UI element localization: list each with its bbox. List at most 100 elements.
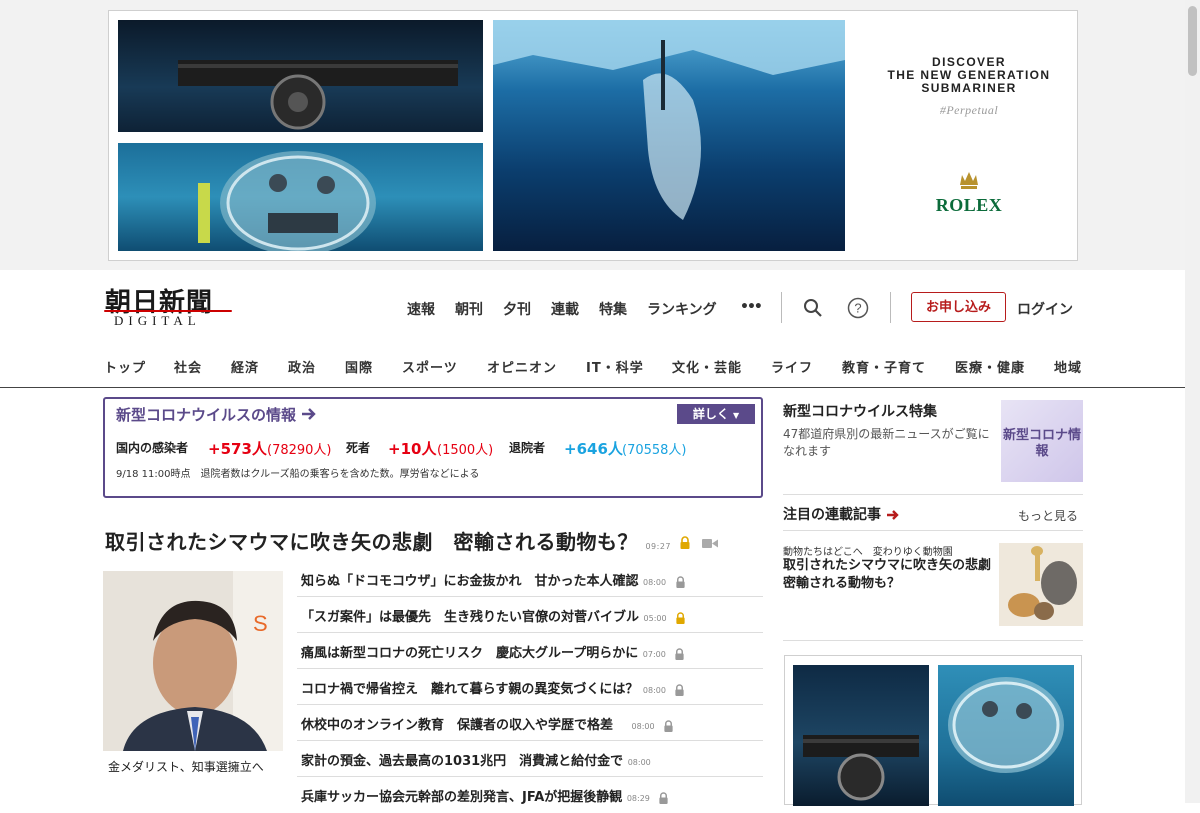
rolex-advertisement[interactable]: DISCOVER THE NEW GENERATION SUBMARINER #…: [108, 10, 1078, 261]
ad-copy-line3: SUBMARINER: [921, 81, 1017, 95]
recovered-label: 退院者: [509, 441, 546, 455]
nav-divider-2: [890, 292, 891, 323]
recovered-total: (70558人): [622, 443, 687, 458]
news-title: コロナ禍で帰省控え 離れて暮らす親の異変気づくには？: [301, 682, 639, 697]
sidebar-divider: [783, 640, 1083, 641]
ad-image-ice: [493, 20, 845, 251]
nav-evening[interactable]: 夕刊: [503, 299, 531, 319]
series-section-title[interactable]: 注目の連載記事: [783, 504, 900, 524]
news-item[interactable]: コロナ禍で帰省控え 離れて暮らす親の異変気づくには？ 08:00: [297, 669, 763, 705]
death-new: +10人: [388, 440, 437, 458]
category-politics[interactable]: 政治: [288, 357, 316, 376]
domestic-new: +573人: [208, 440, 267, 458]
news-text: 兵庫サッカー協会元幹部の差別発言、JFAが把握後静観 08:29: [301, 786, 669, 805]
nav-features[interactable]: 特集: [599, 299, 627, 319]
scrollbar-thumb[interactable]: [1188, 6, 1197, 76]
news-title: 知らぬ「ドコモコウザ」にお金抜かれ 甘かった本人確認: [301, 574, 639, 589]
lock-icon: [675, 647, 684, 660]
corona-detail-button[interactable]: 詳しく ▼: [677, 404, 755, 424]
search-icon[interactable]: [803, 298, 823, 318]
apply-button[interactable]: お申し込み: [911, 292, 1006, 322]
news-text: 家計の預金、過去最高の1031兆円 消費減と給付金で 08:00: [301, 750, 651, 769]
nav-more-icon[interactable]: •••: [740, 299, 763, 315]
death-total: (1500人): [437, 443, 494, 458]
news-text: 「スガ案件」は最優先 生き残りたい官僚の対菅バイブル 05:00: [301, 606, 686, 625]
photo-caption[interactable]: 金メダリスト、知事選擁立へ: [108, 758, 264, 775]
rolex-crown-icon: [960, 172, 978, 189]
news-item[interactable]: 家計の預金、過去最高の1031兆円 消費減と給付金で 08:00: [297, 741, 763, 777]
ad-brand: ROLEX: [935, 195, 1003, 215]
corona-note: 9/18 11:00時点 退院者数はクルーズ船の乗客らを含めた数。厚労省などによ…: [116, 469, 480, 480]
domestic-total: (78290人): [267, 443, 332, 458]
nav-ranking[interactable]: ランキング: [647, 299, 717, 319]
lock-icon: [675, 683, 685, 696]
category-separator: [0, 387, 1185, 388]
category-international[interactable]: 国際: [345, 357, 373, 376]
ad-tagline: #Perpetual: [939, 103, 999, 117]
ad-image-watch: [118, 20, 483, 132]
series-kicker[interactable]: 動物たちはどこへ 変わりゆく動物園: [783, 543, 953, 558]
nav-series[interactable]: 連載: [551, 299, 579, 319]
category-top[interactable]: トップ: [104, 357, 146, 376]
caret-down-icon: ▼: [733, 411, 740, 420]
sidebar-advertisement[interactable]: [784, 655, 1082, 806]
headline-photo[interactable]: S: [103, 571, 283, 751]
news-item[interactable]: 知らぬ「ドコモコウザ」にお金抜かれ 甘かった本人確認 08:00: [297, 561, 763, 597]
category-life[interactable]: ライフ: [771, 357, 813, 376]
ad-image-submarine: [118, 143, 483, 251]
site-logo-sub[interactable]: DIGITAL: [114, 313, 201, 329]
top-headline[interactable]: 取引されたシマウマに吹き矢の悲劇 密輸される動物も？ 09:27: [105, 526, 718, 555]
video-icon: [701, 539, 718, 548]
corona-detail-label: 詳しく: [692, 407, 729, 421]
category-sports[interactable]: スポーツ: [402, 357, 458, 376]
covid-thumb-label: 新型コロナ情報: [1002, 428, 1081, 459]
category-region[interactable]: 地域: [1054, 357, 1082, 376]
svg-text:S: S: [253, 611, 268, 636]
news-item[interactable]: 休校中のオンライン教育 保護者の収入や学歴で格差 08:00: [297, 705, 763, 741]
news-text: コロナ禍で帰省控え 離れて暮らす親の異変気づくには？ 08:00: [301, 678, 685, 697]
news-time: 08:00: [627, 758, 651, 767]
news-title: 「スガ案件」は最優先 生き残りたい官僚の対菅バイブル: [301, 610, 640, 625]
arrow-right-icon: [886, 510, 899, 520]
sidebar-divider: [783, 494, 1083, 495]
category-opinion[interactable]: オピニオン: [487, 357, 557, 376]
news-item[interactable]: 「スガ案件」は最優先 生き残りたい官僚の対菅バイブル 05:00: [297, 597, 763, 633]
news-text: 痛風は新型コロナの死亡リスク 慶応大グループ明らかに 07:00: [301, 642, 685, 661]
nav-divider: [781, 292, 782, 323]
help-icon[interactable]: ?: [847, 297, 869, 319]
category-economy[interactable]: 経済: [231, 357, 259, 376]
news-time: 08:00: [631, 722, 655, 731]
news-item[interactable]: 痛風は新型コロナの死亡リスク 慶応大グループ明らかに 07:00: [297, 633, 763, 669]
series-thumbnail[interactable]: [999, 543, 1083, 626]
covid-feature-text: 47都道府県別の最新ニュースがご覧になれます: [783, 427, 990, 458]
category-education[interactable]: 教育・子育て: [842, 357, 926, 376]
nav-morning[interactable]: 朝刊: [455, 299, 483, 319]
login-link[interactable]: ログイン: [1017, 299, 1073, 319]
covid-feature-title[interactable]: 新型コロナウイルス特集: [783, 401, 937, 421]
sidebar-divider: [783, 530, 1083, 531]
news-title: 痛風は新型コロナの死亡リスク 慶応大グループ明らかに: [301, 646, 639, 661]
category-it-science[interactable]: IT・科学: [586, 357, 644, 376]
category-culture[interactable]: 文化・芸能: [672, 357, 742, 376]
news-title: 休校中のオンライン教育 保護者の収入や学歴で格差: [301, 718, 614, 733]
series-article-title[interactable]: 取引されたシマウマに吹き矢の悲劇 密輸される動物も？: [783, 557, 1004, 593]
page-scrollbar[interactable]: [1185, 0, 1200, 803]
category-society[interactable]: 社会: [174, 357, 202, 376]
news-time: 08:00: [643, 578, 667, 587]
top-headline-text: 取引されたシマウマに吹き矢の悲劇 密輸される動物も？: [105, 530, 638, 554]
news-time: 05:00: [643, 614, 667, 623]
corona-info-title-text: 新型コロナウイルスの情報: [116, 406, 297, 424]
news-item[interactable]: 兵庫サッカー協会元幹部の差別発言、JFAが把握後静観 08:29: [297, 777, 763, 813]
covid-feature-thumbnail[interactable]: 新型コロナ情報: [1001, 400, 1083, 482]
news-title: 家計の預金、過去最高の1031兆円 消費減と給付金で: [301, 754, 624, 769]
category-health[interactable]: 医療・健康: [955, 357, 1025, 376]
news-text: 知らぬ「ドコモコウザ」にお金抜かれ 甘かった本人確認 08:00: [301, 570, 686, 589]
lock-gold-icon: [680, 536, 689, 549]
news-time: 08:00: [642, 686, 666, 695]
logo-underline: [104, 310, 232, 312]
death-label: 死者: [346, 441, 371, 455]
corona-info-title[interactable]: 新型コロナウイルスの情報: [116, 404, 317, 425]
more-link[interactable]: もっと見る: [1018, 507, 1078, 524]
sidebar-ad-submarine-image: [938, 665, 1074, 806]
nav-breaking[interactable]: 速報: [407, 299, 435, 319]
